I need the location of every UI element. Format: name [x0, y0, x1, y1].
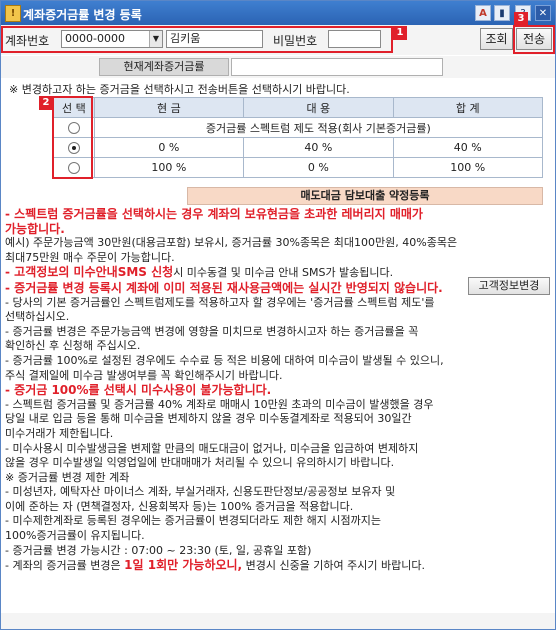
- notice-line: 주식 결제일에 미수금 발생여부를 꼭 확인해주시기 바랍니다.: [5, 368, 283, 382]
- notice-red-part: 1일 1회만 가능하오니,: [124, 558, 243, 573]
- notice-line: - 당사의 기본 증거금률인 스펙트럼제도를 적용하고자 할 경우에는 '증거금…: [5, 295, 435, 309]
- substitute-cell: 40 %: [243, 137, 394, 158]
- total-cell: 40 %: [392, 137, 543, 158]
- notice-rest: 시 미수동결 및 미수금 안내 SMS가 발송됩니다.: [173, 266, 394, 280]
- main-window: ! 계좌증거금률 변경 등록 A ▮ ? ✕ 계좌번호 0000-0000 ▼ …: [0, 0, 556, 630]
- window-icon: !: [5, 5, 21, 22]
- notice-line: ※ 증거금률 변경 제한 계좌: [5, 470, 130, 484]
- notice-line: 가능합니다.: [5, 221, 65, 236]
- notice-line: 최대75만원 매수 주문이 가능합니다.: [5, 250, 175, 264]
- select-highlight: [52, 96, 93, 179]
- notice-line: - 미수제한계좌로 등록된 경우에는 증거금률이 변경되더라도 제한 해지 시점…: [5, 514, 382, 528]
- notice-line: - 미성년자, 예탁자산 마이너스 계좌, 부실거래자, 신용도판단정보/공공정…: [5, 485, 396, 499]
- total-cell: 100 %: [392, 157, 543, 178]
- cash-cell: 0 %: [93, 137, 245, 158]
- customer-info-button[interactable]: 고객정보변경: [468, 277, 550, 295]
- title-bar: ! 계좌증거금률 변경 등록 A ▮ ? ✕: [1, 1, 555, 25]
- table-row: 0 % 40 % 40 %: [53, 137, 543, 158]
- status-bar: [1, 613, 555, 629]
- loan-agreement-header: 매도대금 담보대출 약정등록: [187, 187, 543, 205]
- instruction-text: ※ 변경하고자 하는 증거금을 선택하시고 전송버튼을 선택하시기 바랍니다.: [9, 83, 350, 96]
- notice-line: 당일 내로 입금 등을 통해 미수금을 변제하지 않을 경우 미수동결계좌로 적…: [5, 412, 412, 426]
- table-row: 증거금률 스펙트럼 제도 적용(회사 기본증거금률): [53, 117, 544, 138]
- notice-text: - 스펙트럼 증거금률을 선택하시는 경우 계좌의 보유현금을 초과한 레버리지…: [5, 207, 553, 574]
- current-rate-value: [231, 58, 443, 76]
- col-total: 합 계: [392, 97, 543, 118]
- rate-table: 선 택 현 금 대 용 합 계 증거금률 스펙트럼 제도 적용(회사 기본증거금…: [53, 97, 544, 178]
- notice-line: - 증거금률 100%로 설정된 경우에도 수수료 등 적은 비용에 대하여 미…: [5, 353, 444, 367]
- badge-3: 3: [514, 12, 528, 26]
- notice-line: 미수거래가 제한됩니다.: [5, 426, 114, 440]
- notice-line: 않을 경우 미수발생일 익영업일에 반대매매가 처리될 수 있으니 유의하시기 …: [5, 456, 395, 470]
- notice-line: 선택하십시오.: [5, 310, 70, 324]
- account-highlight: [1, 26, 393, 53]
- badge-2: 2: [39, 96, 53, 110]
- link-icon[interactable]: ▮: [494, 5, 510, 21]
- notice-line: - 미수사용시 미수발생금을 변제할 만큼의 매도대금이 없거나, 미수금을 입…: [5, 441, 419, 455]
- notice-line: 예시) 주문가능금액 30만원(대용금포함) 보유시, 증거금률 30%종목은 …: [5, 236, 458, 250]
- table-row: 100 % 0 % 100 %: [53, 157, 543, 178]
- current-rate-label: 현재계좌증거금률: [99, 58, 229, 76]
- cash-cell: 100 %: [93, 157, 245, 178]
- notice-line: 이에 준하는 자 (면책결정자, 신용회복자 등)는 100% 증거금을 적용합…: [5, 499, 354, 513]
- spectrum-option-label: 증거금률 스펙트럼 제도 적용(회사 기본증거금률): [93, 117, 544, 138]
- badge-1: 1: [393, 26, 407, 40]
- window-title: 계좌증거금률 변경 등록: [23, 8, 142, 22]
- notice-pre: - 계좌의 증거금률 변경은: [5, 559, 125, 573]
- notice-line: - 증거금 100%를 선택시 미수사용이 불가능합니다.: [5, 383, 272, 398]
- notice-line: 확인하신 후 신청해 주십시오.: [5, 339, 141, 353]
- close-icon[interactable]: ✕: [535, 5, 551, 21]
- substitute-cell: 0 %: [243, 157, 394, 178]
- col-cash: 현 금: [93, 97, 245, 118]
- notice-line: - 스펙트럼 증거금률 및 증거금률 40% 계좌로 매매시 10만원 초과의 …: [5, 397, 434, 411]
- font-icon[interactable]: A: [475, 5, 491, 21]
- notice-line: - 스펙트럼 증거금률을 선택하시는 경우 계좌의 보유현금을 초과한 레버리지…: [5, 207, 423, 221]
- notice-line: - 증거금률 변경은 주문가능금액 변경에 영향을 미치므로 변경하시고자 하는…: [5, 324, 419, 338]
- notice-line: - 증거금률 변경 가능시간 : 07:00 ~ 23:30 (토, 일, 공휴…: [5, 543, 312, 557]
- notice-post: 변경시 신중을 기하여 주시기 바랍니다.: [242, 559, 425, 573]
- send-highlight: [513, 25, 555, 54]
- col-substitute: 대 용: [243, 97, 394, 118]
- notice-line: - 계좌의 증거금률 변경은 1일 1회만 가능하오니, 변경시 신중을 기하여…: [5, 558, 553, 574]
- notice-red-part: - 고객정보의 미수안내SMS 신청: [5, 265, 174, 280]
- current-rate-bar: 현재계좌증거금률: [1, 56, 555, 78]
- query-button[interactable]: 조회: [480, 28, 513, 50]
- notice-line: 100%증거금률이 유지됩니다.: [5, 529, 145, 543]
- table-header-row: 선 택 현 금 대 용 합 계: [53, 97, 543, 118]
